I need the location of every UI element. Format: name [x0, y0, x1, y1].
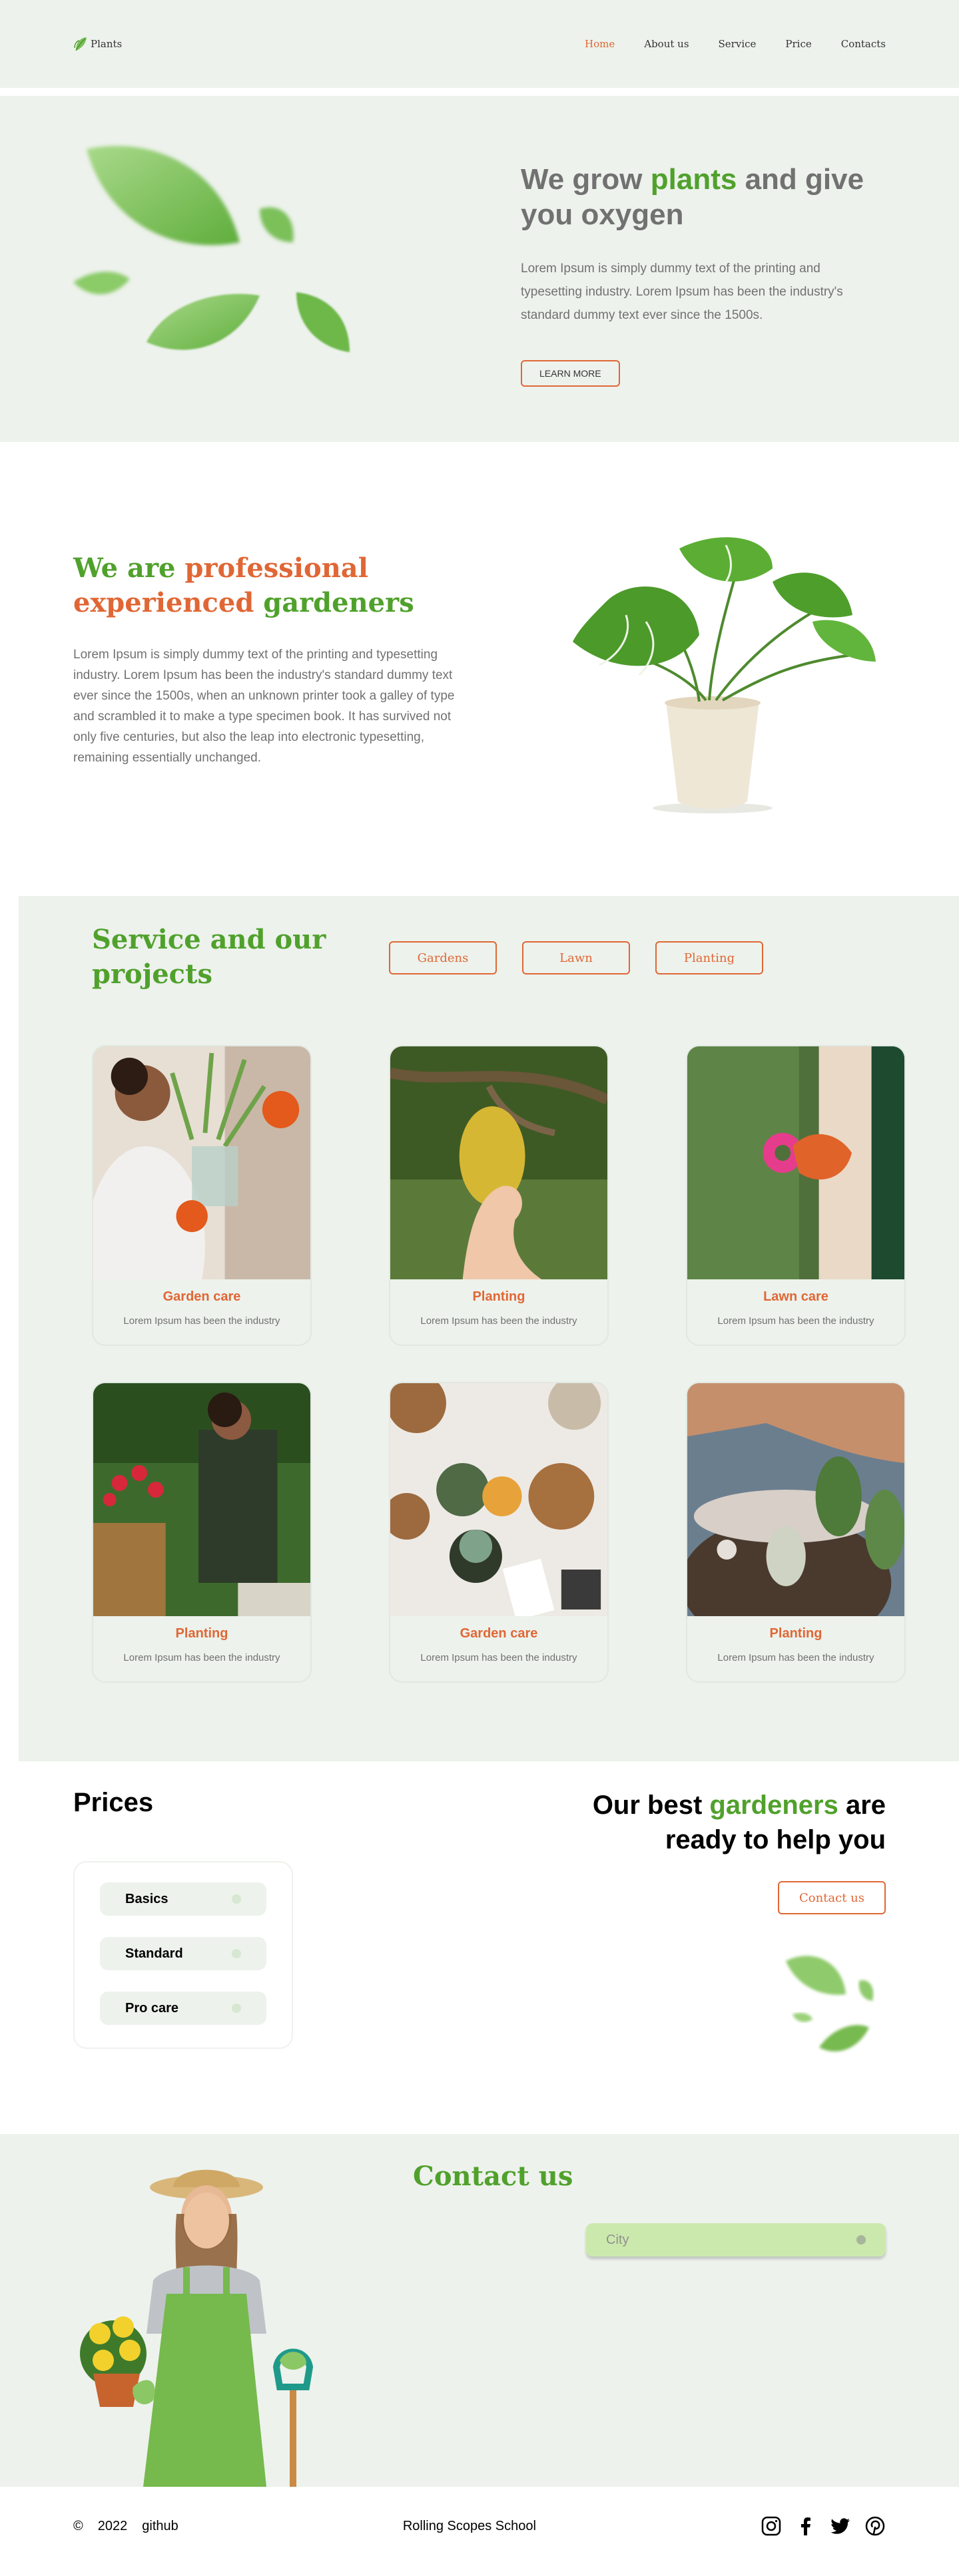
price-item-label: Standard — [125, 1946, 183, 1961]
about-title: We are professional experienced gardener… — [73, 552, 414, 618]
card-description: Lorem Ipsum has been the industry — [123, 1315, 280, 1327]
pinterest-icon[interactable] — [864, 2515, 886, 2537]
nav-about[interactable]: About us — [644, 38, 689, 50]
prices-title: Prices — [73, 1788, 154, 1817]
prices-section: Prices Basics Standard Pro care Our best… — [0, 1761, 959, 2134]
logo[interactable]: Plants — [73, 36, 122, 52]
card-description: Lorem Ipsum has been the industry — [420, 1652, 577, 1663]
price-item-basics[interactable]: Basics — [100, 1882, 266, 1916]
service-card[interactable]: Planting Lorem Ipsum has been the indust… — [686, 1382, 906, 1683]
card-description: Lorem Ipsum has been the industry — [123, 1652, 280, 1663]
footer-left: © 2022 github — [73, 2519, 178, 2534]
github-link[interactable]: github — [142, 2519, 178, 2534]
filter-gardens-button[interactable]: Gardens — [389, 941, 497, 974]
card-title: Garden care — [162, 1289, 241, 1304]
logo-text: Plants — [91, 38, 123, 50]
card-title: Planting — [472, 1289, 525, 1304]
lawn-care-photo — [687, 1046, 904, 1279]
price-item-standard[interactable]: Standard — [100, 1937, 266, 1970]
flying-leaves-image — [73, 146, 350, 352]
service-filters: Gardens Lawn Planting — [389, 941, 763, 974]
hero-description: Lorem Ipsum is simply dummy text of the … — [521, 261, 843, 322]
card-title: Planting — [769, 1626, 822, 1641]
service-section: Service and our projects Gardens Lawn Pl… — [19, 896, 959, 1761]
service-card[interactable]: Planting Lorem Ipsum has been the indust… — [92, 1382, 312, 1683]
social-links — [761, 2515, 886, 2537]
service-card[interactable]: Garden care Lorem Ipsum has been the ind… — [389, 1382, 609, 1683]
best-gardeners-title: Our best gardeners are ready to help you — [592, 1791, 886, 1854]
service-card[interactable]: Lawn care Lorem Ipsum has been the indus… — [686, 1045, 906, 1346]
nav-contacts[interactable]: Contacts — [841, 38, 886, 50]
contact-us-button[interactable]: Contact us — [778, 1881, 886, 1914]
hero-title: We grow plants and give you oxygen — [521, 163, 864, 231]
expand-dot-icon — [232, 1949, 241, 1958]
price-item-pro-care[interactable]: Pro care — [100, 1992, 266, 2025]
service-card[interactable]: Planting Lorem Ipsum has been the indust… — [389, 1045, 609, 1346]
main-nav: Home About us Service Price Contacts — [585, 38, 886, 50]
garden-care-photo — [93, 1046, 310, 1345]
instagram-icon[interactable] — [761, 2515, 782, 2537]
twitter-icon[interactable] — [830, 2515, 851, 2537]
filter-planting-button[interactable]: Planting — [655, 941, 763, 974]
city-select[interactable]: City — [586, 2223, 886, 2256]
header-divider — [0, 88, 959, 96]
contact-section: Contact us City — [0, 2134, 959, 2487]
card-description: Lorem Ipsum has been the industry — [420, 1315, 577, 1327]
site-header: Plants Home About us Service Price Conta… — [0, 0, 959, 88]
facebook-icon[interactable] — [795, 2515, 816, 2537]
expand-dot-icon — [232, 1894, 241, 1904]
card-description: Lorem Ipsum has been the industry — [717, 1315, 874, 1327]
prices-accordion: Basics Standard Pro care — [73, 1861, 293, 2049]
card-title: Lawn care — [763, 1289, 828, 1304]
service-card[interactable]: Garden care Lorem Ipsum has been the ind… — [92, 1045, 312, 1346]
planting-lemon-photo — [390, 1046, 607, 1279]
expand-dot-icon — [232, 2004, 241, 2013]
school-name: Rolling Scopes School — [402, 2518, 536, 2533]
contact-title: Contact us — [413, 2161, 573, 2192]
site-footer: © 2022 github Rolling Scopes School — [0, 2487, 959, 2565]
footer-year: 2022 — [97, 2518, 128, 2533]
copyright-symbol: © — [73, 2518, 83, 2533]
about-description: Lorem Ipsum is simply dummy text of the … — [73, 648, 455, 765]
service-title: Service and our projects — [92, 924, 326, 990]
nav-home[interactable]: Home — [585, 38, 615, 50]
small-leaves-image — [786, 1956, 874, 2051]
about-section: We are professional experienced gardener… — [0, 442, 959, 896]
gardener-woman-image — [80, 2169, 314, 2487]
nav-price[interactable]: Price — [785, 38, 811, 50]
hero-section: We grow plants and give you oxygen Lorem… — [0, 96, 959, 442]
planting-flowers-photo — [93, 1383, 310, 1616]
card-title: Garden care — [460, 1626, 538, 1641]
monstera-plant-image — [573, 537, 876, 813]
price-item-label: Pro care — [125, 2000, 179, 2016]
price-item-label: Basics — [125, 1891, 168, 1906]
learn-more-button[interactable]: LEARN MORE — [521, 359, 620, 387]
city-select-label: City — [606, 2232, 629, 2247]
dropdown-dot-icon — [856, 2235, 866, 2245]
planting-cactus-photo — [687, 1383, 904, 1649]
card-title: Planting — [175, 1626, 228, 1641]
card-description: Lorem Ipsum has been the industry — [717, 1652, 874, 1663]
garden-care-succulents-photo — [390, 1383, 607, 1621]
hero-text: We grow plants and give you oxygen Lorem… — [521, 162, 894, 387]
filter-lawn-button[interactable]: Lawn — [522, 941, 630, 974]
nav-service[interactable]: Service — [719, 38, 757, 50]
leaf-logo-icon — [74, 37, 87, 51]
